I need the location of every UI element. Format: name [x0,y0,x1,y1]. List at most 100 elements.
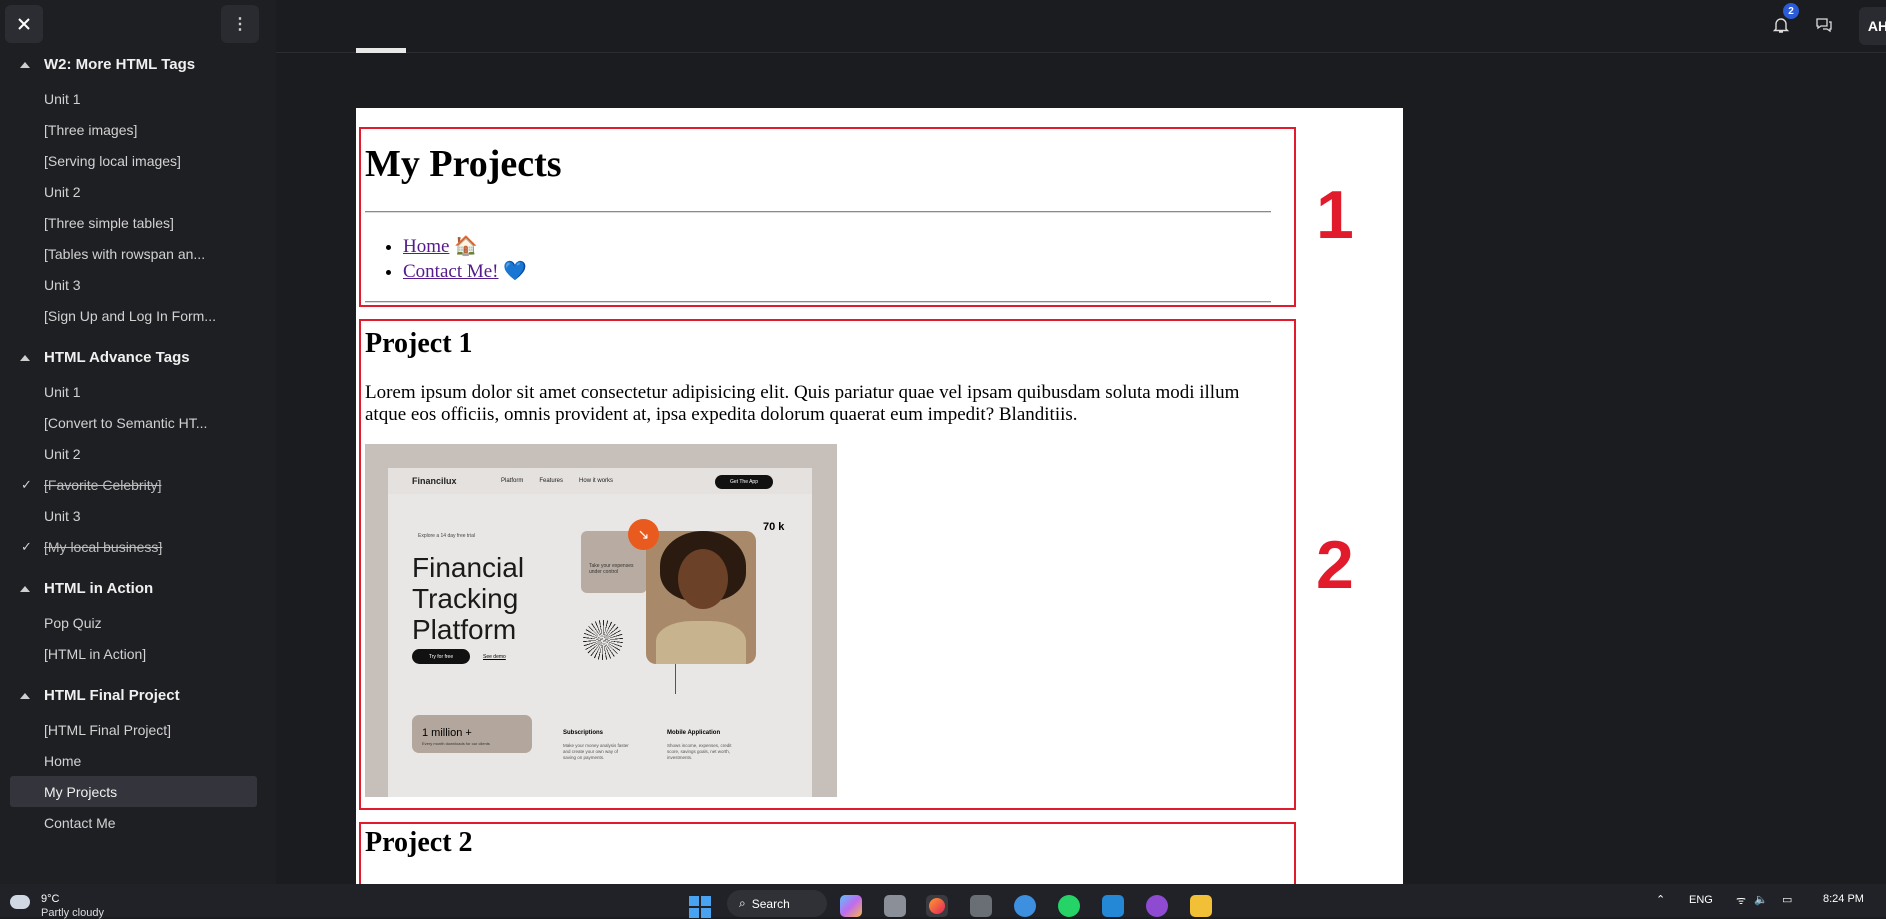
mockup-cta: Get The App [715,475,773,489]
file-explorer-icon[interactable] [884,895,906,917]
sidebar-item[interactable]: Unit 3 [0,500,266,531]
chevron-up-icon [20,354,30,361]
firefox-icon[interactable] [926,895,948,917]
sidebar-item[interactable]: Pop Quiz [0,607,266,638]
sidebar-item-label: Home [44,752,82,769]
mockup-hero-line: Tracking [412,583,519,614]
sidebar-item-label: [Sign Up and Log In Form... [44,307,216,324]
sidebar-item-label: Unit 2 [44,445,81,462]
mockup-million-card: 1 million + Every month downloads for ou… [412,715,532,753]
bell-icon [1772,18,1790,33]
sidebar-item-label: [My local business] [44,538,163,555]
sidebar-item[interactable]: Unit 3 [0,269,266,300]
windows-logo-pane [701,896,711,906]
sidebar-item-label: [Convert to Semantic HT... [44,414,208,431]
sidebar-section-title: HTML Advance Tags [44,349,190,366]
close-sidebar-button[interactable] [5,5,43,43]
folder-icon[interactable] [1190,895,1212,917]
sidebar-section-header[interactable]: W2: More HTML Tags [0,49,276,80]
sidebar-item-label: Unit 1 [44,90,81,107]
wifi-icon[interactable]: ᯤ [1736,893,1746,908]
top-bar: 2 AH [276,0,1886,53]
mockup-hero: Financial Tracking Platform [412,552,524,645]
sidebar-item[interactable]: Home [0,745,266,776]
whatsapp-icon[interactable] [1058,895,1080,917]
sidebar-item[interactable]: ✓ [My local business] [0,531,266,562]
user-avatar[interactable]: AH [1859,7,1886,45]
chevron-up-icon [20,61,30,68]
sidebar-item-label: Unit 1 [44,383,81,400]
highlight-box-project2 [359,822,1296,884]
home-link[interactable]: Home [403,236,449,257]
chevron-up-icon [20,692,30,699]
sidebar-item-label: Contact Me [44,814,116,831]
copilot-icon[interactable] [840,895,862,917]
sidebar-item[interactable]: [Tables with rowspan an... [0,238,266,269]
mockup-demo-link: See demo [483,654,506,660]
project1-heading: Project 1 [365,328,473,359]
sidebar-item[interactable]: [Three simple tables] [0,207,266,238]
connector-line [675,664,676,694]
sidebar-item-label: Unit 2 [44,183,81,200]
sidebar-item[interactable]: [HTML Final Project] [0,714,266,745]
sidebar-item[interactable]: [Serving local images] [0,145,266,176]
house-icon: 🏠 [454,236,478,257]
sidebar-item[interactable]: [Convert to Semantic HT... [0,407,266,438]
sidebar-item[interactable]: My Projects [10,776,257,807]
app-icon[interactable] [970,895,992,917]
mockup-logo: Financilux [412,476,457,486]
sidebar-item[interactable]: [Three images] [0,114,266,145]
photo-shirt [656,621,746,664]
sidebar-item[interactable]: Unit 1 [0,376,266,407]
windows-logo-icon [689,896,699,906]
heart-icon: 💙 [503,261,527,282]
mockup-trial: Explore a 14 day free trial [418,533,475,539]
windows-taskbar: 9°C Partly cloudy ⌕ Search ⌃ ENG ᯤ 🔈 ▭ 8… [0,884,1886,919]
sidebar-section-header[interactable]: HTML Final Project [0,680,276,711]
messages-button[interactable] [1809,10,1839,40]
mockup-stat: 70 k [763,521,785,533]
contact-link[interactable]: Contact Me! [403,261,499,282]
mockup-nav-link: Platform [501,478,524,484]
nav-item-contact: Contact Me! 💙 [403,259,527,284]
mockup-nav-link: How it works [579,478,614,484]
taskbar-search[interactable]: ⌕ Search [727,890,827,917]
sidebar-section-header[interactable]: HTML Advance Tags [0,342,276,373]
battery-icon[interactable]: ▭ [1782,893,1792,906]
sidebar-item[interactable]: Unit 2 [0,176,266,207]
language-indicator[interactable]: ENG [1689,894,1713,906]
app-window: ⋮ W2: More HTML Tags Unit 1 [Three images]… [0,0,1886,884]
sidebar-item[interactable]: Contact Me [0,807,266,838]
browser-icon[interactable] [1014,895,1036,917]
check-icon: ✓ [21,477,32,492]
mockup-million: 1 million + [422,727,472,739]
more-options-button[interactable]: ⋮ [221,5,259,43]
show-hidden-icons[interactable]: ⌃ [1656,893,1665,906]
sidebar-item[interactable]: ✓ [Favorite Celebrity] [0,469,266,500]
clock[interactable]: 8:24 PM [1823,893,1864,905]
sidebar-item[interactable]: [Sign Up and Log In Form... [0,300,266,331]
cloud-icon [10,895,30,909]
divider [365,301,1271,303]
sidebar-section-header[interactable]: HTML in Action [0,573,276,604]
sidebar-item[interactable]: Unit 1 [0,83,266,114]
mockup-feature-title: Subscriptions [563,730,604,736]
sidebar-item[interactable]: Unit 2 [0,438,266,469]
sidebar-item-label: [Serving local images] [44,152,181,169]
sidebar-item-label: Pop Quiz [44,614,102,631]
chevron-up-icon [20,585,30,592]
language: ENG [1689,894,1713,906]
vscode-icon[interactable] [1102,895,1124,917]
financilux-mockup: Financilux Platform Features How it work… [388,468,812,797]
project2-heading: Project 2 [365,827,473,858]
mockup-nav-links: Platform Features How it works [501,478,613,484]
github-icon[interactable] [1146,895,1168,917]
arrow-icon: ↘ [628,519,659,550]
notifications-button[interactable]: 2 [1766,3,1799,40]
start-button[interactable] [689,896,711,918]
sidebar-item[interactable]: [HTML in Action] [0,638,266,669]
rendered-webpage: 1 2 My Projects Home 🏠 Contact Me! 💙 Pro… [356,108,1403,884]
volume-icon[interactable]: 🔈 [1754,893,1768,906]
mockup-hero-line: Financial [412,552,525,583]
sidebar-section-title: HTML in Action [44,580,154,597]
